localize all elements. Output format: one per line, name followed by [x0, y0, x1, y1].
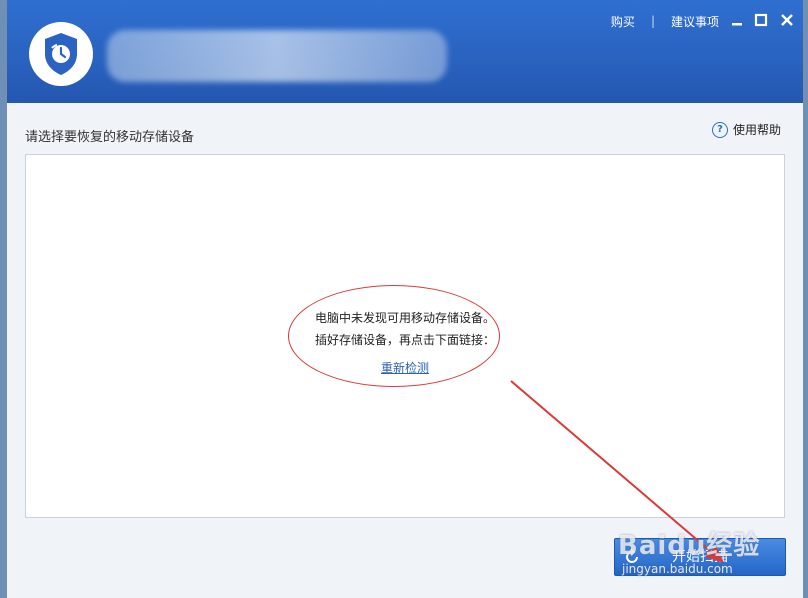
watermark-logo: Baidu经验 [618, 531, 761, 561]
annotation-arrow [510, 380, 724, 563]
watermark-url: jingyan.baidu.com [622, 562, 733, 576]
